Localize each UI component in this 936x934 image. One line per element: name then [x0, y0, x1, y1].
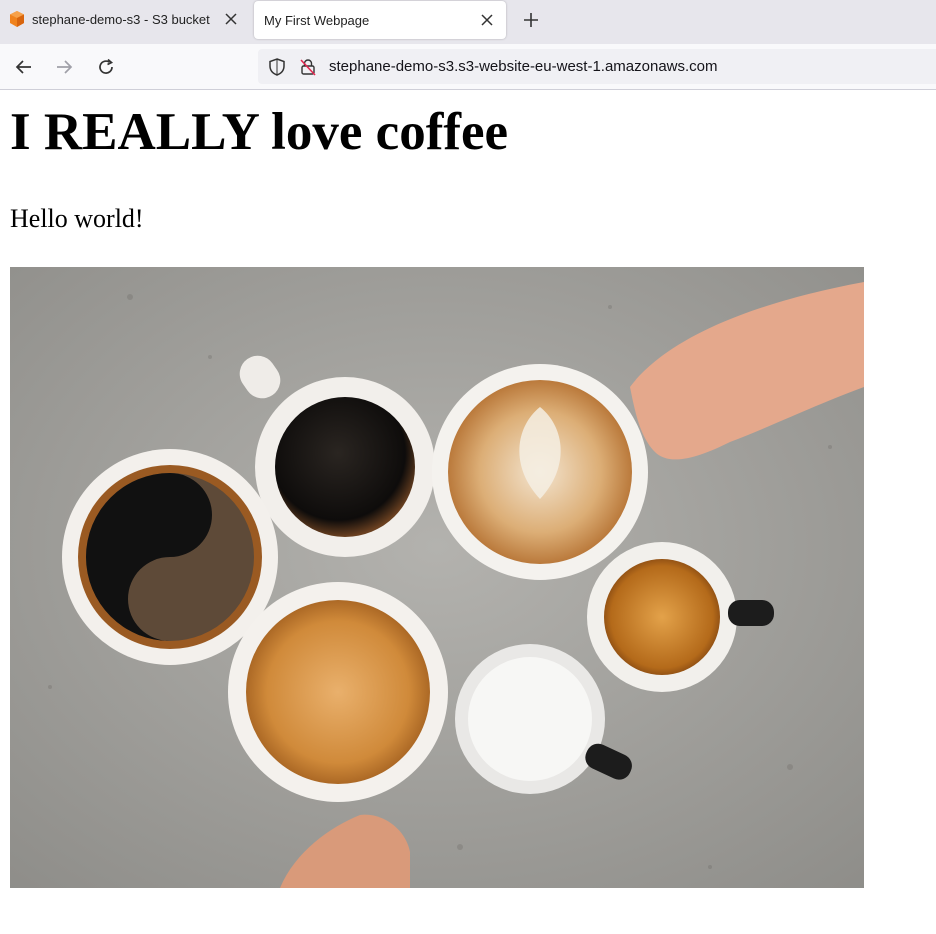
forward-arrow-icon — [57, 60, 73, 74]
close-icon[interactable] — [220, 8, 242, 30]
page-heading: I REALLY love coffee — [10, 103, 509, 161]
tab-strip: stephane-demo-s3 - S3 bucket My First We… — [0, 0, 936, 44]
plus-icon — [524, 13, 538, 27]
tab-title: My First Webpage — [264, 12, 370, 28]
coffee-cups-photo — [10, 267, 864, 888]
aws-s3-bucket-icon — [10, 11, 24, 27]
navigation-bar: stephane-demo-s3.s3-website-eu-west-1.am… — [0, 44, 936, 90]
url-text[interactable]: stephane-demo-s3.s3-website-eu-west-1.am… — [329, 58, 718, 75]
page-paragraph: Hello world! — [10, 204, 144, 233]
tab-title: stephane-demo-s3 - S3 bucket — [32, 11, 210, 27]
tab-my-first-webpage[interactable]: My First Webpage — [254, 1, 506, 39]
reload-icon — [99, 58, 114, 74]
page-content: I REALLY love coffee Hello world! — [0, 90, 936, 934]
close-icon[interactable] — [476, 9, 498, 31]
insecure-lock-icon[interactable] — [299, 58, 317, 76]
forward-button[interactable] — [51, 54, 77, 80]
address-bar[interactable]: stephane-demo-s3.s3-website-eu-west-1.am… — [258, 49, 936, 84]
shield-icon[interactable] — [267, 57, 287, 77]
new-tab-button[interactable] — [518, 7, 544, 33]
back-arrow-icon — [15, 60, 31, 74]
reload-button[interactable] — [93, 54, 119, 80]
back-button[interactable] — [11, 54, 37, 80]
tab-s3-bucket[interactable]: stephane-demo-s3 - S3 bucket — [0, 0, 250, 38]
